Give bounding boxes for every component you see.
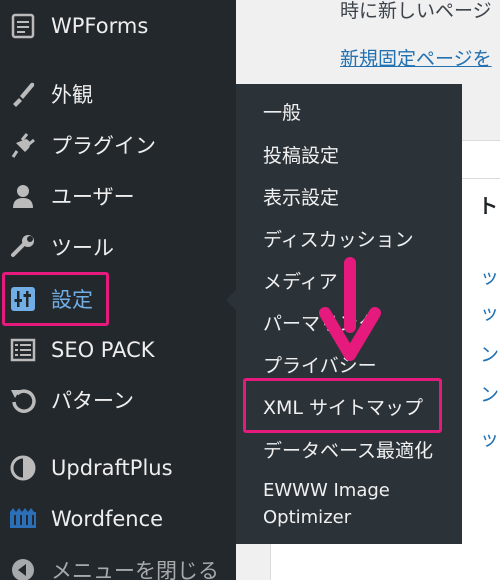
sidebar-item-tools[interactable]: ツール [0,223,236,271]
paintbrush-icon [8,79,38,109]
sidebar-item-label: WPForms [51,14,149,38]
user-icon [8,181,38,211]
wordfence-icon [8,504,38,534]
submenu-item-reading[interactable]: 表示設定 [263,183,339,210]
sidebar-item-wpforms[interactable]: WPForms [0,2,236,50]
sidebar-item-seo-pack[interactable]: SEO PACK [0,326,236,374]
collapse-menu-label: メニューを閉じる [51,559,219,580]
pointer-arrow-icon [319,257,381,361]
settings-highlight-box [2,272,109,326]
sidebar-item-label: パターン [51,389,134,413]
sidebar-item-patterns[interactable]: パターン [0,376,236,424]
submenu-item-general[interactable]: 一般 [263,98,301,125]
sidebar-item-appearance[interactable]: 外観 [0,70,236,118]
submenu-item-ewww-line1[interactable]: EWWW Image [263,480,390,501]
collapse-arrow-icon [8,555,38,580]
plugin-icon [8,130,38,160]
panel-link[interactable]: ッ [480,298,499,325]
submenu-item-discussion[interactable]: ディスカッション [263,225,414,252]
submenu-item-ewww-line2[interactable]: Optimizer [263,507,351,528]
sidebar-item-plugins[interactable]: プラグイン [0,121,236,169]
panel-link[interactable]: ン [480,380,499,407]
sidebar-item-label: 外観 [51,83,93,107]
submenu-item-writing[interactable]: 投稿設定 [263,141,339,168]
sidebar-item-label: Wordfence [51,507,164,531]
sidebar-item-updraftplus[interactable]: UpdraftPlus [0,444,236,492]
submenu-pointer [226,290,236,310]
wrench-icon [8,232,38,262]
panel-link[interactable]: ッ [480,424,499,451]
content-text: 時に新しいページ [340,0,492,22]
undo-icon [8,385,38,415]
sidebar-item-wordfence[interactable]: Wordfence [0,495,236,543]
sidebar-item-users[interactable]: ユーザー [0,172,236,220]
sidebar-item-label: ユーザー [51,185,135,209]
updraft-icon [8,453,38,483]
xml-sitemap-highlight-box [243,378,442,433]
sidebar-item-label: UpdraftPlus [51,456,173,480]
new-page-link[interactable]: 新規固定ページを [340,44,492,71]
sidebar-item-label: プラグイン [51,134,156,158]
wpforms-icon [8,11,38,41]
panel-link[interactable]: ッ [480,262,499,289]
sidebar-item-label: SEO PACK [51,338,155,362]
panel-link[interactable]: ン [480,340,499,367]
panel-title: ト [478,194,498,218]
collapse-menu-button[interactable]: メニューを閉じる [0,546,236,580]
sidebar-item-label: ツール [51,236,114,260]
list-icon [8,335,38,365]
submenu-item-db-optimize[interactable]: データベース最適化 [263,436,433,463]
